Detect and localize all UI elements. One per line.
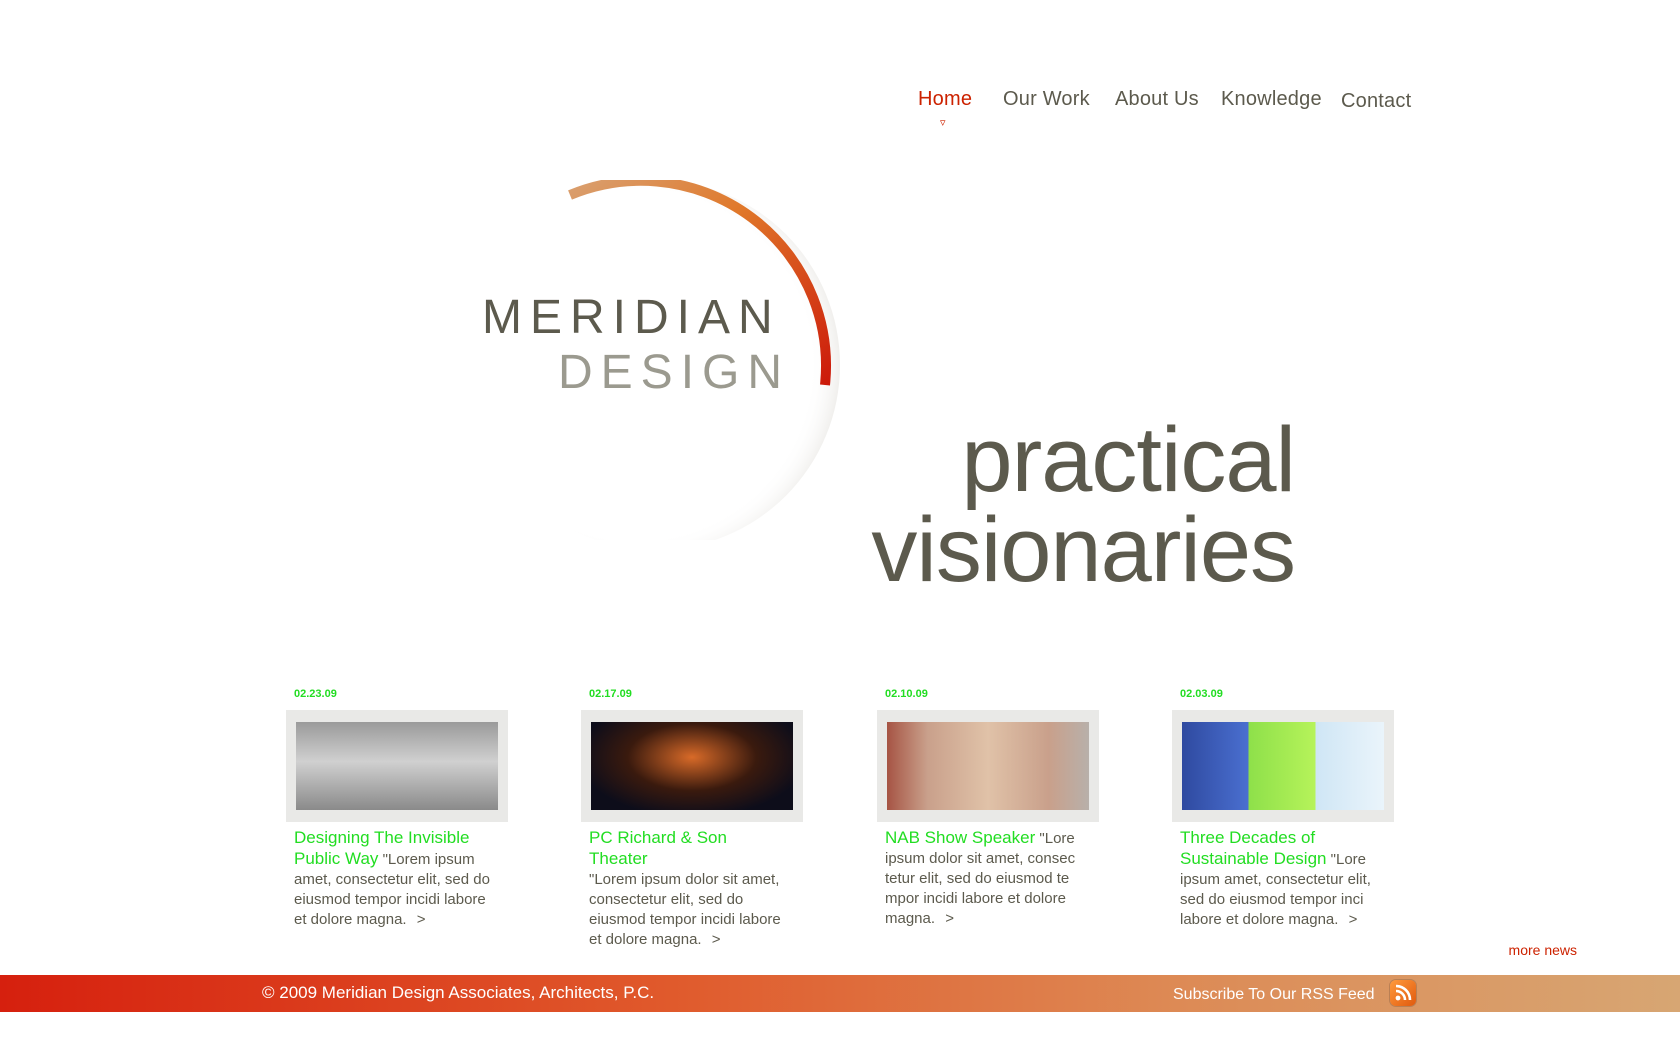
news-title-link[interactable]: Three Decades of Sustainable Design: [1180, 828, 1326, 868]
nav-knowledge[interactable]: Knowledge: [1221, 88, 1322, 111]
news-body: PC Richard & Son Theater "Lorem ipsum do…: [589, 828, 789, 950]
logo-text-design: DESIGN: [558, 346, 791, 399]
news-thumbnail-frame[interactable]: [286, 710, 508, 822]
nav-home[interactable]: Home: [918, 88, 972, 111]
nav-about-us[interactable]: About Us: [1115, 88, 1199, 111]
tagline-line1: practical: [961, 409, 1296, 511]
news-more-link[interactable]: >: [945, 910, 954, 927]
news-date: 02.23.09: [294, 688, 337, 700]
news-more-link[interactable]: >: [1349, 911, 1358, 928]
rss-subscribe-link[interactable]: Subscribe To Our RSS Feed: [1173, 986, 1375, 1004]
news-thumbnail-image[interactable]: [1182, 722, 1384, 810]
news-thumbnail-image[interactable]: [887, 722, 1089, 810]
news-body: Three Decades of Sustainable Design "Lor…: [1180, 828, 1380, 930]
news-body: Designing The Invisible Public Way "Lore…: [294, 828, 494, 930]
news-date: 02.03.09: [1180, 688, 1223, 700]
news-title-link[interactable]: PC Richard & Son Theater: [589, 828, 727, 868]
news-more-link[interactable]: >: [417, 911, 426, 928]
news-date: 02.17.09: [589, 688, 632, 700]
news-thumbnail-image[interactable]: [296, 722, 498, 810]
news-thumbnail-frame[interactable]: [581, 710, 803, 822]
meridian-design-logo[interactable]: MERIDIAN DESIGN: [470, 180, 860, 540]
logo-text-meridian: MERIDIAN: [482, 291, 781, 344]
news-item: 02.17.09 PC Richard & Son Theater "Lorem…: [581, 688, 811, 950]
news-item: 02.03.09 Three Decades of Sustainable De…: [1172, 688, 1402, 930]
copyright-text: © 2009 Meridian Design Associates, Archi…: [262, 983, 655, 1002]
rss-feed-icon[interactable]: [1390, 980, 1416, 1006]
news-thumbnail-frame[interactable]: [1172, 710, 1394, 822]
news-date: 02.10.09: [885, 688, 928, 700]
news-body: NAB Show Speaker "Lore ipsum dolor sit a…: [885, 828, 1085, 929]
active-indicator-icon: ▿: [940, 117, 946, 129]
news-excerpt: "Lorem ipsum dolor sit amet, consectetur…: [589, 871, 781, 948]
tagline-line2: visionaries: [871, 499, 1296, 601]
tagline: practical visionaries: [871, 409, 1296, 601]
news-title-link[interactable]: NAB Show Speaker: [885, 828, 1035, 847]
news-more-link[interactable]: >: [712, 931, 721, 948]
footer-bar: © 2009 Meridian Design Associates, Archi…: [0, 975, 1680, 1012]
news-item: 02.10.09 NAB Show Speaker "Lore ipsum do…: [877, 688, 1107, 929]
news-item: 02.23.09 Designing The Invisible Public …: [286, 688, 516, 930]
nav-our-work[interactable]: Our Work: [1003, 88, 1090, 111]
news-thumbnail-frame[interactable]: [877, 710, 1099, 822]
more-news-link[interactable]: more news: [1509, 942, 1577, 958]
nav-contact[interactable]: Contact: [1341, 90, 1411, 113]
news-thumbnail-image[interactable]: [591, 722, 793, 810]
